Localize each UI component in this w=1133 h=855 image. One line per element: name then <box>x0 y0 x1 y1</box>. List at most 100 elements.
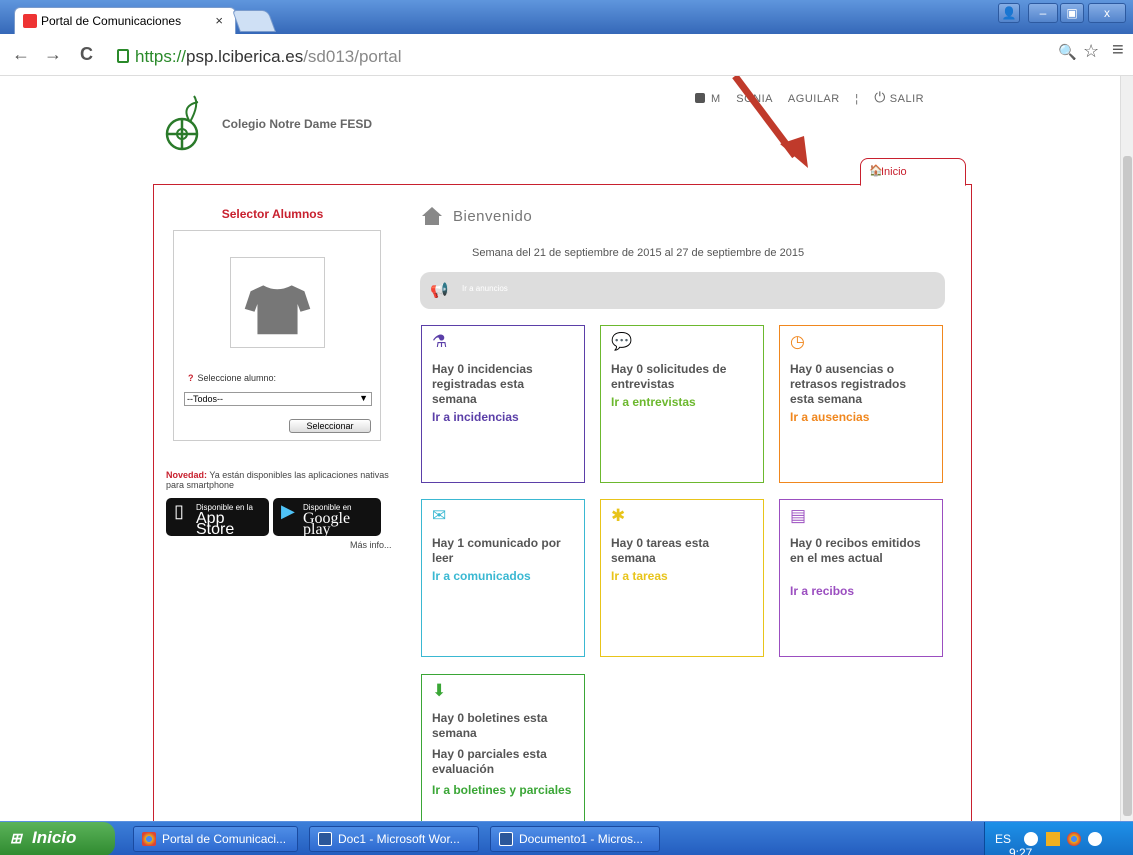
browser-tab-bar: Portal de Comunicaciones × 👤 – ▣ x <box>0 0 1133 34</box>
start-label: Inicio <box>32 828 77 847</box>
maximize-button[interactable]: ▣ <box>1060 3 1084 23</box>
summary-card: ▤ Hay 0 recibos emitidos en el mes actual… <box>779 499 943 657</box>
bookmark-star-icon[interactable]: ☆ <box>1083 41 1099 62</box>
card-text: Hay 1 comunicado por leer <box>432 536 561 565</box>
select-student-label: ? Seleccione alumno: <box>188 373 277 383</box>
school-logo <box>165 95 199 151</box>
selector-title: Selector Alumnos <box>221 207 324 221</box>
card-text: Hay 0 solicitudes de entrevistas <box>611 362 727 391</box>
play-icon: ▶ <box>281 501 295 521</box>
card-link[interactable]: Ir a comunicados <box>432 569 531 584</box>
novedad-label: Novedad: <box>166 470 208 480</box>
app-store-badge[interactable]: ▯ Disponible en la App Store <box>166 498 269 538</box>
new-tab-button[interactable] <box>231 10 277 32</box>
card-link[interactable]: Ir a boletines y parciales <box>432 783 571 798</box>
help-mark[interactable]: ? <box>188 373 194 383</box>
language-indicator[interactable]: ES <box>995 832 1011 846</box>
menu-icon[interactable]: ≡ <box>1112 39 1124 62</box>
dropdown-arrow-icon: ▼ <box>359 393 368 403</box>
scrollbar-thumb[interactable] <box>1123 156 1132 816</box>
summary-card: ⚗ Hay 0 incidencias registradas esta sema… <box>421 325 585 483</box>
logout-link[interactable]: SALIR <box>890 93 924 105</box>
tray-back-icon[interactable] <box>1024 832 1039 846</box>
close-window-button[interactable]: x <box>1088 3 1126 23</box>
puzzle-icon: ✱ <box>611 506 626 525</box>
url-host: psp.lciberica.es <box>186 47 304 66</box>
scrollbar[interactable] <box>1120 76 1133 821</box>
student-select-value: --Todos-- <box>187 394 224 404</box>
card-link[interactable]: Ir a ausencias <box>790 410 869 425</box>
google-play-big: Google play <box>303 510 351 538</box>
tab-inicio-label: Inicio <box>881 166 907 178</box>
card-link[interactable]: Ir a entrevistas <box>611 395 696 410</box>
flask-icon: ⚗ <box>432 332 448 351</box>
week-range: Semana del 21 de septiembre de 2015 al 2… <box>472 247 805 259</box>
system-tray: ES 9:27 <box>984 822 1133 855</box>
announcements-bar[interactable]: 📢 Ir a anuncios <box>420 272 945 309</box>
card-text: Hay 0 ausencias o retrasos registrados e… <box>790 362 907 406</box>
red-arrow-annotation <box>732 76 808 168</box>
select-button[interactable]: Seleccionar <box>289 419 371 433</box>
user-icon[interactable]: 👤 <box>998 3 1020 23</box>
taskbar-item-word-documento1[interactable]: Documento1 - Micros... <box>490 826 660 852</box>
chrome-icon <box>142 832 156 846</box>
card-text: Hay 0 incidencias registradas esta seman… <box>432 362 533 406</box>
power-icon[interactable]: ⏻ <box>874 89 886 105</box>
summary-card: ✉ Hay 1 comunicado por leer Ir a comunicad… <box>421 499 585 657</box>
url-path: /sd013/portal <box>303 47 402 66</box>
card-text-secondary: Hay 0 parciales esta evaluación <box>432 747 547 776</box>
separator: ¦ <box>855 93 859 105</box>
summary-card: ◷ Hay 0 ausencias o retrasos registrados … <box>779 325 943 483</box>
student-select[interactable]: --Todos-- ▼ <box>184 392 372 406</box>
favicon-icon <box>23 14 37 28</box>
card-text: Hay 0 boletines esta semana <box>432 711 548 740</box>
word-icon <box>318 832 332 846</box>
forward-button[interactable]: → <box>44 44 62 65</box>
reload-button[interactable]: C <box>80 44 93 65</box>
card-link[interactable]: Ir a recibos <box>790 584 854 599</box>
receipt-icon: ▤ <box>790 506 807 525</box>
envelope-icon: ✉ <box>432 506 447 525</box>
welcome-title: Bienvenido <box>453 208 533 225</box>
tray-app-icon[interactable] <box>1045 832 1060 846</box>
tab-inicio[interactable]: 🏠 Inicio <box>860 158 966 186</box>
tray-chrome-icon[interactable] <box>1067 832 1082 846</box>
google-play-badge[interactable]: ▶ Disponible en Google play <box>273 498 381 538</box>
tshirt-icon <box>244 285 311 335</box>
close-tab-icon[interactable]: × <box>215 13 223 28</box>
taskbar-item-chrome[interactable]: Portal de Comunicaci... <box>133 826 298 852</box>
student-photo <box>230 257 325 348</box>
clock: 9:27 <box>1009 846 1033 855</box>
summary-card: ✱ Hay 0 tareas esta semana Ir a tareas <box>600 499 764 657</box>
browser-toolbar: ← → C https://psp.lciberica.es/sd013/por… <box>0 34 1133 76</box>
start-button[interactable]: ⊞ Inicio <box>0 822 115 855</box>
clock-icon: ◷ <box>790 332 805 351</box>
phone-icon: ▯ <box>174 501 184 521</box>
school-name: Colegio Notre Dame FESD <box>222 117 373 131</box>
home-icon <box>422 207 442 225</box>
chat-icon: 💬 <box>611 332 633 351</box>
more-info-link[interactable]: Más info... <box>350 540 392 550</box>
word-icon <box>499 832 513 846</box>
summary-card: 💬 Hay 0 solicitudes de entrevistas Ir a en… <box>600 325 764 483</box>
windows-flag-icon: ⊞ <box>10 830 22 846</box>
url-scheme: https:// <box>135 47 187 66</box>
card-text: Hay 0 recibos emitidos en el mes actual <box>790 536 921 565</box>
zoom-icon[interactable]: 🔍 <box>1058 43 1077 61</box>
app-store-big: App Store <box>196 510 235 538</box>
card-link[interactable]: Ir a tareas <box>611 569 668 584</box>
browser-tab[interactable]: Portal de Comunicaciones × <box>14 7 236 34</box>
minimize-button[interactable]: – <box>1028 3 1058 23</box>
taskbar-item-word-doc1[interactable]: Doc1 - Microsoft Wor... <box>309 826 479 852</box>
announcements-link: Ir a anuncios <box>462 284 508 293</box>
card-link[interactable]: Ir a incidencias <box>432 410 519 425</box>
back-button[interactable]: ← <box>12 44 30 65</box>
taskbar: ⊞ Inicio Portal de Comunicaci... Doc1 - … <box>0 821 1133 855</box>
page-content: Colegio Notre Dame FESD M SONIA AGUILAR … <box>0 76 1120 821</box>
home-icon: 🏠 <box>869 165 883 177</box>
tab-title: Portal de Comunicaciones <box>41 14 182 28</box>
tray-messenger-icon[interactable] <box>1088 832 1103 846</box>
address-bar[interactable]: https://psp.lciberica.es/sd013/portal <box>111 39 1113 71</box>
lock-icon <box>117 49 129 63</box>
novedad-notice: Novedad: Ya están disponibles las aplica… <box>166 470 396 490</box>
